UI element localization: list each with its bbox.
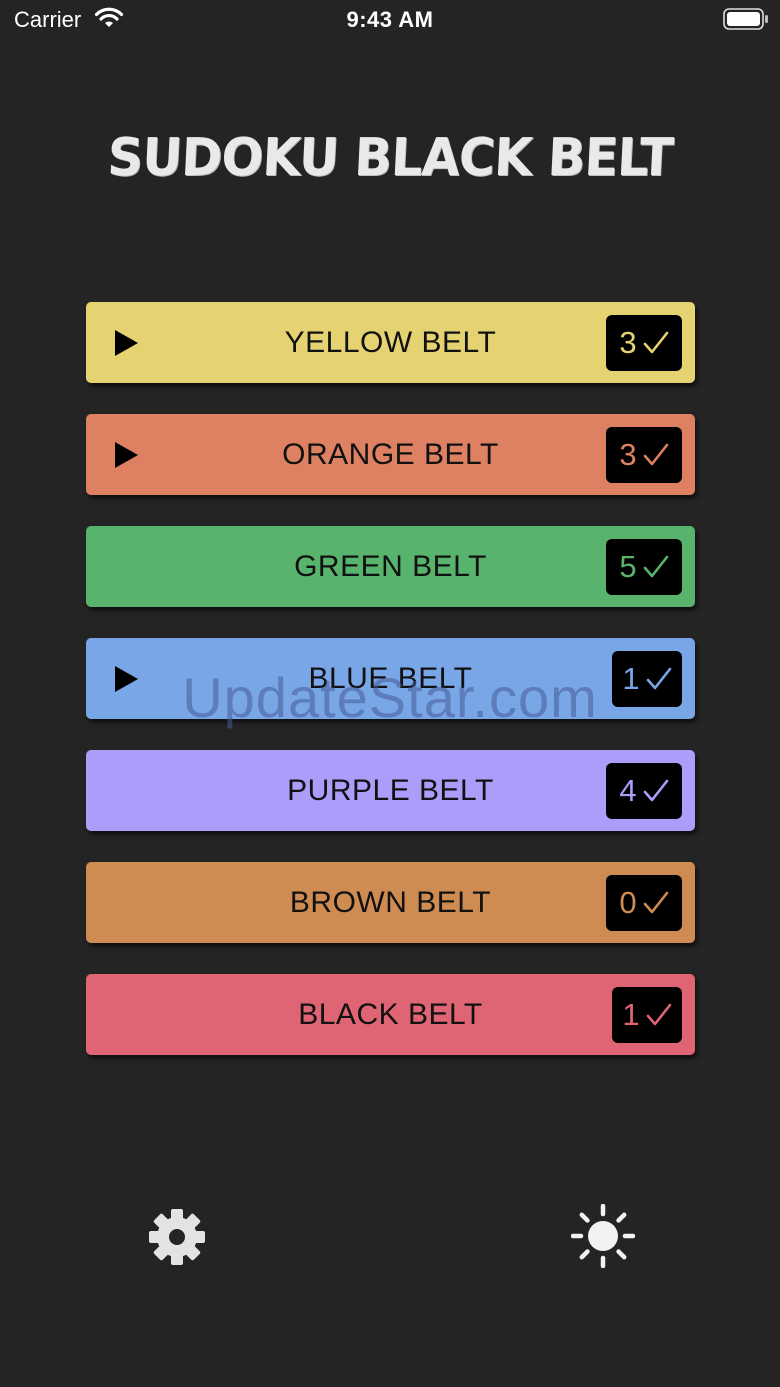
yellow-belt-button[interactable]: YELLOW BELT 3 [86,302,695,383]
brown-belt-button[interactable]: BROWN BELT 0 [86,862,695,943]
checkmark-icon [643,555,668,578]
blue-belt-button[interactable]: BLUE BELT 1 [86,638,695,719]
completed-count-badge: 5 [606,539,682,595]
completed-count: 1 [622,661,640,696]
purple-belt-button[interactable]: PURPLE BELT 4 [86,750,695,831]
belt-label: BLACK BELT [298,998,483,1031]
completed-count-badge: 4 [606,763,682,819]
completed-count: 5 [619,549,637,584]
completed-count: 0 [619,885,637,920]
completed-count: 4 [619,773,637,808]
completed-count-badge: 1 [612,987,682,1043]
sun-icon[interactable] [571,1204,635,1268]
belt-label: BROWN BELT [289,886,492,919]
belt-label: GREEN BELT [294,550,487,583]
checkmark-icon [643,331,668,354]
belt-label: PURPLE BELT [287,774,494,807]
checkmark-icon [643,891,668,914]
battery-icon [723,8,768,30]
completed-count-badge: 0 [606,875,682,931]
green-belt-button[interactable]: GREEN BELT 5 [86,526,695,607]
completed-count: 1 [622,997,640,1032]
belt-label: YELLOW BELT [284,326,497,359]
completed-count-badge: 3 [606,427,682,483]
completed-count: 3 [619,437,637,472]
orange-belt-button[interactable]: ORANGE BELT 3 [86,414,695,495]
completed-count-badge: 1 [612,651,682,707]
checkmark-icon [643,443,668,466]
black-belt-button[interactable]: BLACK BELT 1 [86,974,695,1055]
completed-count: 3 [619,325,637,360]
status-time: 9:43 AM [346,7,434,32]
checkmark-icon [643,779,668,802]
checkmark-icon [646,667,671,690]
belt-label: BLUE BELT [308,662,473,695]
gear-icon[interactable] [148,1208,206,1266]
completed-count-badge: 3 [606,315,682,371]
app-title: SUDOKU BLACK BELT [106,128,674,188]
belt-label: ORANGE BELT [282,438,499,471]
app-screen: Carrier 9:43 AM SUDOKU BLACK BELT YELLOW… [0,0,780,1387]
belt-list: YELLOW BELT 3 ORANGE BELT 3 GREEN BELT 5 BLUE … [86,302,695,1086]
status-bar: Carrier 9:43 AM [0,0,780,40]
checkmark-icon [646,1003,671,1026]
